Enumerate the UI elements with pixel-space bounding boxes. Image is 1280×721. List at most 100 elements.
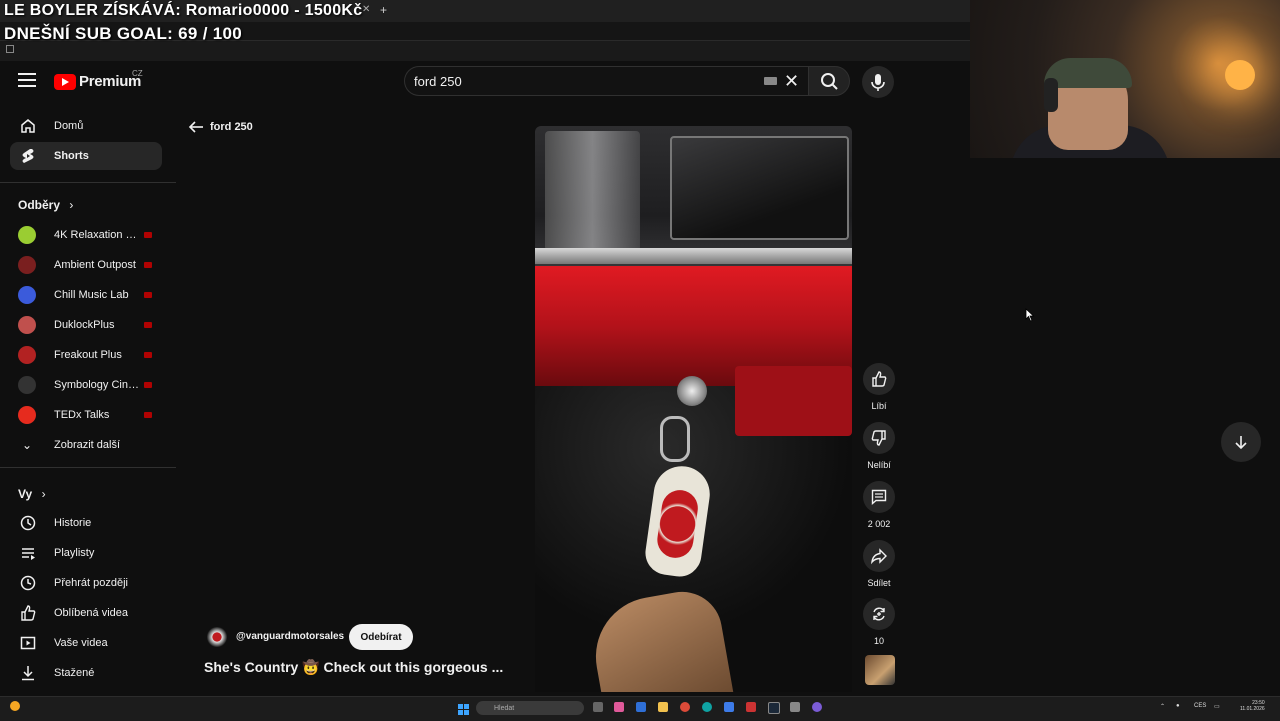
subscription-item[interactable]: Chill Music Lab [18,283,158,307]
tray-network-icon[interactable]: ▭ [1214,703,1220,710]
playlists-icon [18,543,38,563]
taskbar-app-icon[interactable] [812,702,822,712]
tab-close-icon[interactable]: ✕ [362,4,370,15]
remix-count: 10 [873,636,884,646]
arrow-left-icon [188,121,203,133]
avatar [18,406,36,424]
subscription-label: Symbology Cine... [54,379,140,391]
dislike-action[interactable]: Nelíbí [863,422,895,470]
edge-icon[interactable] [702,702,712,712]
back-to-search[interactable]: ford 250 [188,120,253,134]
new-tab-icon[interactable]: + [380,3,387,17]
steam-icon[interactable] [768,702,780,714]
thumbs-up-icon [872,371,887,387]
short-video-player[interactable] [535,126,852,692]
subscription-label: DuklockPlus [54,319,115,331]
tray-language[interactable]: CES [1194,703,1206,709]
you-heading[interactable]: Vy › [18,487,46,501]
sidebar-item-liked-videos[interactable]: Oblíbená videa [10,599,162,627]
live-indicator-icon [144,232,152,238]
sidebar-item-label: Přehrát později [54,577,128,589]
subscription-item[interactable]: Freakout Plus [18,343,158,367]
sidebar-item-downloads[interactable]: Stažené [10,659,162,687]
taskbar-app-icon[interactable] [724,702,734,712]
clear-search-icon[interactable]: ✕ [784,72,799,90]
short-title[interactable]: She's Country 🤠 Check out this gorgeous … [204,659,503,676]
remix-button[interactable] [863,598,895,630]
video-keyring [660,416,690,462]
chrome-icon[interactable] [680,702,690,712]
sidebar-divider [0,467,176,468]
remix-action[interactable]: 10 [863,598,895,646]
shorts-icon [18,146,38,166]
subscriptions-heading[interactable]: Odběry › [18,198,73,212]
comments-action[interactable]: 2 002 [863,481,895,529]
show-more-button[interactable]: ⌄ Zobrazit další [18,433,158,457]
search-button[interactable] [808,66,850,96]
dislike-button[interactable] [863,422,895,454]
subscription-item[interactable]: Ambient Outpost [18,253,158,277]
channel-avatar[interactable] [207,627,227,647]
sidebar-item-label: Shorts [54,150,89,162]
remix-icon [873,607,885,621]
subscription-label: TEDx Talks [54,409,110,421]
video-glovebox [735,366,852,436]
sidebar-item-label: Historie [54,517,92,529]
comments-count: 2 002 [867,519,891,529]
live-indicator-icon [144,322,152,328]
search-icon [821,73,838,90]
hamburger-menu-icon[interactable] [18,73,36,91]
keyboard-icon[interactable] [764,77,777,85]
sidebar-item-your-videos[interactable]: Vaše videa [10,629,162,657]
taskbar-app-icon[interactable] [746,702,756,712]
share-icon [870,548,887,565]
audio-thumbnail[interactable] [865,655,895,685]
next-short-button[interactable] [1221,422,1261,462]
search-box[interactable] [404,66,808,96]
apps-icon[interactable] [6,45,14,53]
like-action[interactable]: Líbí [863,363,895,411]
video-ignition [677,376,707,406]
sidebar-item-history[interactable]: Historie [10,509,162,537]
sidebar-item-home[interactable]: Domů [10,112,162,140]
task-view-icon[interactable] [593,702,603,712]
share-action[interactable]: Sdílet [863,540,895,588]
channel-name[interactable]: @vanguardmotorsales [236,631,344,642]
taskbar-app-icon[interactable] [790,702,800,712]
taskbar-search[interactable]: Hledat [476,701,584,715]
avatar [18,286,36,304]
subscription-item[interactable]: Symbology Cine... [18,373,158,397]
sidebar-item-watch-later[interactable]: Přehrát později [10,569,162,597]
weather-icon[interactable] [10,701,20,711]
tray-chevron-icon[interactable]: ⌃ [1160,703,1165,710]
like-button[interactable] [863,363,895,395]
avatar [18,346,36,364]
video-radio-panel [670,136,849,240]
sidebar-item-shorts[interactable]: Shorts [10,142,162,170]
subscription-label: Chill Music Lab [54,289,129,301]
dislike-label: Nelíbí [867,460,891,470]
voice-search-button[interactable] [862,66,894,98]
taskbar-search-placeholder: Hledat [494,704,515,712]
chevron-down-icon: ⌄ [21,438,33,452]
subscription-item[interactable]: TEDx Talks [18,403,158,427]
taskbar-clock[interactable]: 23:50 11.01.2026 [1240,700,1265,712]
youtube-premium-logo[interactable]: Premium CZ [54,69,143,90]
sub-goal-counter: DNEŠNÍ SUB GOAL: 69 / 100 [4,24,243,43]
comments-button[interactable] [863,481,895,513]
file-explorer-icon[interactable] [658,702,668,712]
windows-start-icon[interactable] [458,702,469,720]
webcam-feed [970,0,1280,158]
taskbar-app-icon[interactable] [636,702,646,712]
subscription-item[interactable]: DuklockPlus [18,313,158,337]
subscribe-button[interactable]: Odebírat [349,624,413,650]
sidebar-item-label: Oblíbená videa [54,607,128,619]
subscription-item[interactable]: 4K Relaxation Ch... [18,223,158,247]
sidebar-item-playlists[interactable]: Playlisty [10,539,162,567]
search-input[interactable]: ford 250 [414,74,462,89]
avatar [18,376,36,394]
taskbar-app-icon[interactable] [614,702,624,712]
chevron-right-icon: › [69,198,74,212]
share-button[interactable] [863,540,895,572]
tray-mic-icon[interactable]: ● [1176,703,1180,709]
